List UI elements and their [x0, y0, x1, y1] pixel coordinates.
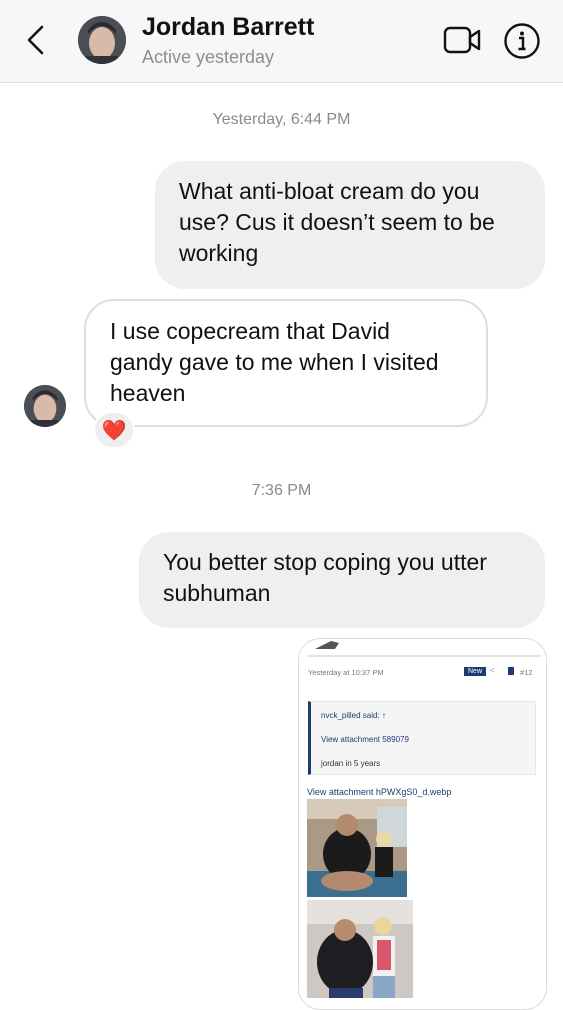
video-call-button[interactable] [442, 24, 482, 56]
quote-author: nvck_pilled said: ↑ [321, 711, 386, 720]
chat-header: Jordan Barrett Active yesterday [0, 0, 563, 83]
video-camera-icon [443, 26, 481, 54]
active-status: Active yesterday [142, 47, 275, 67]
info-icon [504, 23, 540, 59]
post-number: #12 [520, 668, 533, 677]
contact-name[interactable]: Jordan Barrett [142, 13, 314, 42]
outgoing-message[interactable]: What anti-bloat cream do you use? Cus it… [155, 161, 545, 289]
heart-reaction[interactable]: ❤️ [93, 411, 135, 449]
message-timestamp: Yesterday, 6:44 PM [212, 111, 351, 128]
photo-image [307, 900, 413, 998]
divider [307, 655, 541, 657]
image-corner-fragment [315, 641, 339, 649]
bookmark-icon [508, 667, 514, 675]
heart-icon: ❤️ [101, 419, 127, 442]
avatar[interactable] [78, 16, 126, 64]
outgoing-message[interactable]: You better stop coping you utter subhuma… [139, 532, 545, 628]
quote-attachment-link: View attachment 589079 [321, 735, 409, 744]
new-badge: New [464, 667, 487, 676]
message-timestamp: 7:36 PM [251, 482, 312, 499]
info-button[interactable] [502, 21, 542, 61]
image-attachment[interactable]: Yesterday at 10:37 PM New < #12 nvck_pil… [298, 638, 547, 1010]
quote-text: jordan in 5 years [321, 759, 381, 768]
chevron-left-icon [27, 25, 44, 55]
avatar-photo [24, 385, 66, 427]
forum-screenshot: Yesterday at 10:37 PM New < #12 nvck_pil… [299, 639, 546, 1009]
incoming-message[interactable]: I use copecream that David gandy gave to… [84, 299, 488, 427]
photo-image [307, 799, 407, 897]
quote-block: nvck_pilled said: ↑ View attachment 5890… [308, 701, 536, 775]
post-date: Yesterday at 10:37 PM [308, 668, 384, 677]
share-icon: < [490, 666, 495, 675]
back-button[interactable] [22, 22, 52, 58]
avatar-photo [78, 16, 126, 64]
attachment-link: View attachment hPWXgS0_d.webp [307, 787, 452, 797]
sender-avatar[interactable] [24, 385, 66, 427]
